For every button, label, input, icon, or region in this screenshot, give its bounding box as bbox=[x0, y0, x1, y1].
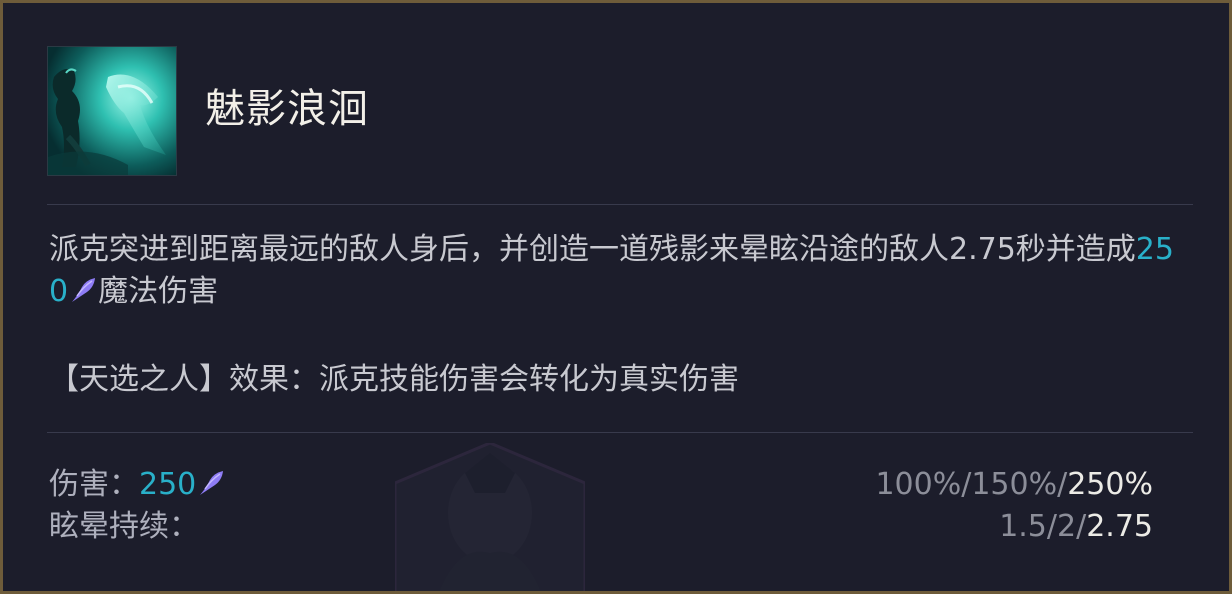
stun-duration-stat: 眩晕持续： bbox=[49, 507, 199, 547]
chosen-effect: 【天选之人】效果：派克技能伤害会转化为真实伤害 bbox=[49, 362, 739, 397]
divider-bottom bbox=[47, 432, 1193, 433]
damage-scaling-dim: 100%/150%/ bbox=[875, 467, 1068, 502]
damage-label: 伤害： bbox=[49, 467, 139, 502]
divider-top bbox=[47, 204, 1193, 205]
damage-scaling: 100%/150%/250% bbox=[875, 465, 1153, 505]
ability-icon bbox=[47, 46, 177, 176]
ability-name: 魅影浪洄 bbox=[205, 86, 369, 132]
ability-description: 派克突进到距离最远的敌人身后，并创造一道残影来晕眩沿途的敌人2.75秒并造成25… bbox=[49, 229, 1193, 313]
champion-portrait-watermark bbox=[395, 443, 585, 591]
description-text: 派克突进到距离最远的敌人身后，并创造一道残影来晕眩沿途的敌人2.75秒并造成 bbox=[49, 232, 1136, 267]
stun-scaling-current: 2.75 bbox=[1086, 509, 1153, 544]
ability-power-icon bbox=[200, 471, 224, 495]
damage-stat: 伤害：250 bbox=[49, 465, 226, 505]
stun-duration-scaling: 1.5/2/2.75 bbox=[999, 507, 1153, 547]
stun-duration-label: 眩晕持续： bbox=[49, 509, 199, 544]
damage-value: 250 bbox=[139, 467, 197, 502]
pyke-phantom-undertow-ability-icon bbox=[48, 47, 176, 175]
ability-tooltip: 魅影浪洄 派克突进到距离最远的敌人身后，并创造一道残影来晕眩沿途的敌人2.75秒… bbox=[0, 0, 1232, 594]
ability-power-icon bbox=[72, 278, 96, 302]
damage-scaling-current: 250% bbox=[1067, 467, 1153, 502]
description-damage-type: 魔法伤害 bbox=[98, 274, 219, 309]
stun-scaling-dim: 1.5/2/ bbox=[999, 509, 1087, 544]
